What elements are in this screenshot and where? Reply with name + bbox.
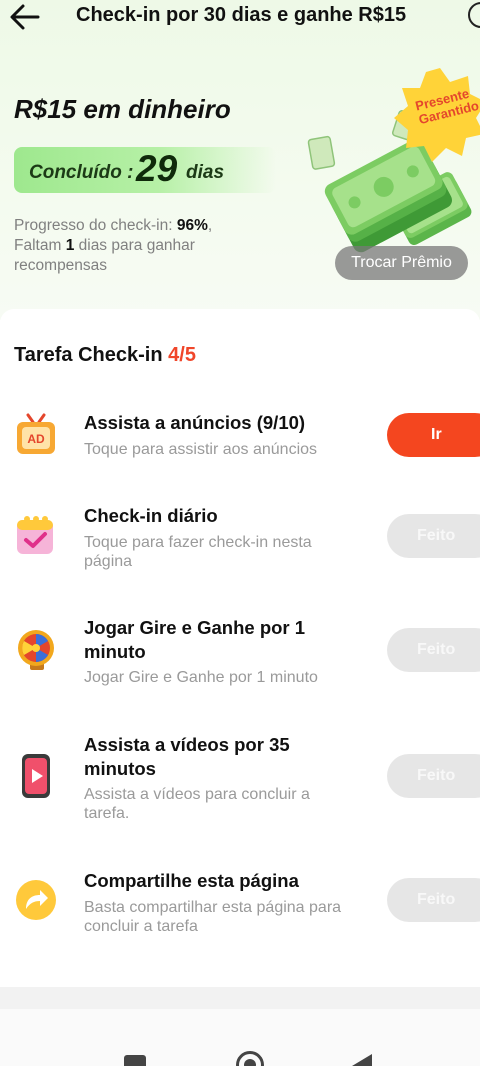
section-divider xyxy=(0,987,480,1009)
task-title: Compartilhe esta página xyxy=(84,870,299,891)
video-phone-icon xyxy=(22,754,50,798)
share-arrow-icon xyxy=(16,880,56,920)
remaining-prefix: Faltam xyxy=(14,237,62,254)
progress-label: Progresso do check-in: xyxy=(14,217,173,234)
section-task-count: 4/5 xyxy=(168,344,196,366)
system-back-icon[interactable] xyxy=(352,1054,372,1066)
task-title: Assista a anúncios (9/10) xyxy=(84,412,306,433)
task-description: Toque para fazer check-in nesta página xyxy=(84,534,312,570)
back-arrow-icon[interactable] xyxy=(8,2,42,32)
progress-text: Progresso do check-in: 96%, Faltam 1 dia… xyxy=(14,216,264,276)
remaining-value: 1 xyxy=(65,237,75,254)
completed-days-banner: Concluído : 29 dias xyxy=(14,147,276,193)
done-button[interactable]: Feito xyxy=(387,878,480,922)
prize-wheel-icon xyxy=(18,630,54,670)
section-title: Tarefa Check-in 4/5 xyxy=(14,344,196,367)
reward-title: R$15 em dinheiro xyxy=(14,94,231,124)
go-button[interactable]: Ir xyxy=(387,413,480,457)
progress-suffix: , xyxy=(207,217,213,234)
help-icon[interactable] xyxy=(468,2,480,28)
done-button[interactable]: Feito xyxy=(387,514,480,558)
top-bar: Check-in por 30 dias e ganhe R$15 xyxy=(0,0,480,40)
section-title-label: Tarefa Check-in xyxy=(14,344,163,366)
svg-text:AD: AD xyxy=(27,432,45,446)
task-description: Jogar Gire e Ganhe por 1 minuto xyxy=(84,669,318,686)
ad-tv-icon: AD xyxy=(17,413,55,454)
task-description: Toque para assistir aos anúncios xyxy=(84,441,318,458)
completed-days-count: 29 xyxy=(136,148,178,189)
task-title: Assista a vídeos por 35 minutos xyxy=(84,734,290,779)
calendar-check-icon xyxy=(17,516,53,554)
done-button[interactable]: Feito xyxy=(387,754,480,798)
done-button[interactable]: Feito xyxy=(387,628,480,672)
task-title: Check-in diário xyxy=(84,505,218,526)
completed-days-unit: dias xyxy=(186,162,225,183)
trade-prize-button[interactable]: Trocar Prêmio xyxy=(335,246,468,280)
task-description: Basta compartilhar esta página para conc… xyxy=(84,899,342,935)
task-title: Jogar Gire e Ganhe por 1 minuto xyxy=(84,617,306,662)
recent-apps-icon[interactable] xyxy=(124,1055,146,1066)
task-description: Assista a vídeos para concluir a tarefa. xyxy=(84,786,310,822)
page-title: Check-in por 30 dias e ganhe R$15 xyxy=(76,4,407,26)
completed-label: Concluído : xyxy=(29,162,134,183)
progress-value: 96% xyxy=(176,217,208,234)
